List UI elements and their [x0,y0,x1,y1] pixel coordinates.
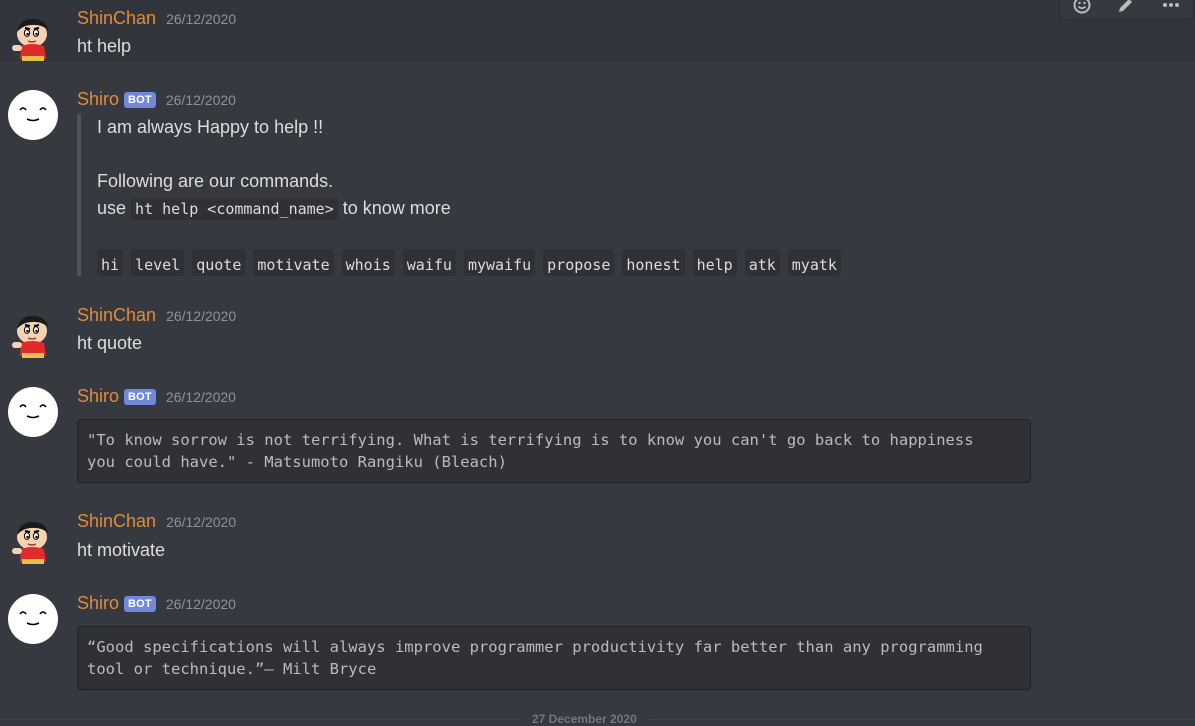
inline-code: ht help <command_name> [131,198,338,220]
author-name[interactable]: ShinChan [77,305,156,326]
avatar-shinchan[interactable] [8,12,58,62]
message-action-toolbar [1059,0,1194,20]
command-chip: hi [97,249,124,276]
command-chip: whois [341,249,395,276]
command-chip: level [131,249,185,276]
timestamp: 26/12/2020 [165,595,236,612]
command-chip: propose [543,249,615,276]
author-name[interactable]: ShinChan [77,8,156,29]
command-chip: honest [622,249,685,276]
embed-usage-line: use ht help <command_name> to know more [97,195,841,222]
timestamp: 26/12/2020 [166,513,237,530]
edit-icon [1119,0,1133,12]
timestamp: 26/12/2020 [165,388,236,405]
author-name[interactable]: Shiro [77,593,119,614]
command-chip: quote [192,249,246,276]
embed-blank-line [97,141,841,168]
avatar-shiro[interactable] [8,90,58,140]
avatar-shinchan[interactable] [8,309,58,359]
avatar-shiro[interactable] [8,594,58,644]
quote-codeblock: “Good specifications will always improve… [77,626,1031,690]
message-text: ht motivate [77,540,166,560]
command-chip: motivate [253,249,334,276]
command-chip: help [692,249,737,276]
command-chip: atk [744,249,780,276]
command-list: hi level quote motivate whois waifu mywa… [97,249,841,276]
bot-tag: BOT [124,595,156,612]
edit-button[interactable] [1111,0,1141,18]
quote-codeblock: "To know sorrow is not terrifying. What … [77,419,1031,483]
usage-suffix: to know more [342,198,451,218]
author-name[interactable]: Shiro [77,386,119,407]
usage-prefix: use [97,198,127,218]
command-chip: mywaifu [463,249,536,276]
timestamp: 26/12/2020 [165,91,236,108]
message-text: ht help [77,36,132,56]
timestamp: 26/12/2020 [166,10,237,27]
add-reaction-icon [1073,0,1091,14]
more-icon [1162,3,1179,7]
command-chip: myatk [787,249,841,276]
bot-tag: BOT [124,388,156,405]
command-chip: waifu [402,249,456,276]
author-name[interactable]: Shiro [77,89,119,110]
help-embed: I am always Happy to help !! Following a… [77,114,841,276]
message-text: ht quote [77,333,143,353]
avatar-shiro[interactable] [8,387,58,437]
embed-blank-line [97,222,841,249]
embed-line: Following are our commands. [97,171,334,191]
author-name[interactable]: ShinChan [77,511,156,532]
bot-tag: BOT [124,91,156,108]
timestamp: 26/12/2020 [166,307,237,324]
date-divider-label: 27 December 2020 [520,712,649,726]
more-options-button[interactable] [1156,0,1186,18]
embed-line: I am always Happy to help !! [97,117,324,137]
avatar-shinchan[interactable] [8,515,58,565]
add-reaction-button[interactable] [1067,0,1097,18]
